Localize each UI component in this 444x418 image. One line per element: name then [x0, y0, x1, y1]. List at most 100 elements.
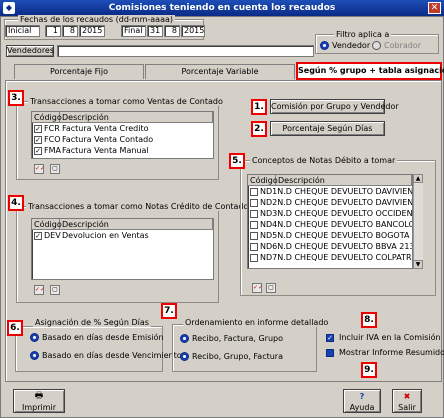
list-item[interactable]: ND4 N.D CHEQUE DEVUELTO BANCOLO — [248, 219, 412, 230]
row-desc: Factura Venta Contado — [62, 135, 154, 144]
final-day-field[interactable]: 31 — [147, 25, 163, 37]
inicial-label: Inicial — [5, 25, 40, 37]
filter-group-label: Filtro aplica a — [334, 30, 392, 39]
row-code: ND1 — [260, 187, 278, 196]
checkbox-checked[interactable]: ✓ — [34, 231, 42, 240]
inicial-year-field[interactable]: 2015 — [79, 25, 105, 37]
ayuda-label: Ayuda — [349, 403, 375, 412]
porcentaje-segun-dias-button[interactable]: Porcentaje Según Días — [270, 121, 385, 136]
filter-vendedor-option[interactable]: Vendedor — [320, 41, 370, 50]
iva-checkbox-row[interactable]: ✓ Incluir IVA en la Comisión — [324, 333, 441, 342]
help-icon: ? — [359, 392, 365, 401]
row-desc: N.D CHEQUE DEVUELTO OCCIDENT — [277, 209, 413, 218]
col-descripcion: Descripción — [60, 112, 213, 122]
check-all-icon[interactable]: ✓✓ — [34, 285, 45, 295]
row-code: FCO — [44, 135, 61, 144]
sec7-opt2[interactable]: Recibo, Grupo, Factura — [180, 352, 283, 361]
row-code: FMA — [44, 146, 61, 155]
vendedores-button[interactable]: Vendedores — [6, 45, 54, 57]
sec6-vencimiento-option[interactable]: Basado en días desde Vencimiento — [30, 351, 182, 360]
checkbox-checked[interactable]: ✓ — [34, 135, 42, 144]
row-desc: Factura Venta Credito — [62, 124, 149, 133]
sec4-listbox[interactable]: Código Descripción ✓ DEV Devolucion en Vent… — [31, 218, 214, 280]
imprimir-button[interactable]: 🖶 Imprimir — [13, 389, 65, 413]
row-desc: N.D CHEQUE DEVUELTO BBVA 213 — [277, 242, 413, 251]
inicial-day-field[interactable]: 1 — [45, 25, 61, 37]
row-code: ND3 — [260, 209, 278, 218]
salir-button[interactable]: ✖ Salir — [392, 389, 422, 413]
uncheck-all-icon[interactable]: ▢ — [266, 283, 276, 293]
uncheck-all-icon[interactable]: ▢ — [50, 164, 60, 174]
checkbox-unchecked[interactable] — [326, 348, 334, 357]
row-desc: N.D CHEQUE DEVUELTO BANCOLO — [277, 220, 413, 229]
tab-porcentaje-fijo[interactable]: Porcentaje Fijo — [14, 64, 144, 79]
vendedores-field[interactable] — [57, 45, 314, 57]
sec3-label: Transacciones a tomar como Ventas de Con… — [28, 97, 225, 106]
checkbox-unchecked[interactable] — [250, 209, 258, 218]
marker-7: 7. — [161, 303, 177, 319]
checkbox-unchecked[interactable] — [250, 231, 258, 240]
sec5-listbox[interactable]: Código Descripción ND1 N.D CHEQUE DEVUELTO… — [247, 174, 413, 269]
marker-6: 6. — [7, 320, 23, 336]
dates-group-label: Fechas de los recaudos (dd-mm-aaaa) — [18, 15, 175, 24]
tab-segun-grupo[interactable]: Según % grupo + tabla asignación — [296, 62, 444, 80]
marker-5: 5. — [229, 153, 245, 169]
filter-cobrador-option[interactable]: Cobrador — [372, 41, 421, 50]
sec7-opt1[interactable]: Recibo, Factura, Grupo — [180, 334, 283, 343]
radio-selected-icon[interactable] — [180, 334, 189, 343]
sec6-emision-option[interactable]: Basado en días desde Emisión — [30, 333, 164, 342]
row-code: DEV — [44, 231, 61, 240]
list-item[interactable]: ✓ FMA Factura Venta Manual — [32, 145, 213, 156]
row-desc: Devolucion en Ventas — [62, 231, 149, 240]
checkbox-unchecked[interactable] — [250, 242, 258, 251]
list-item[interactable]: ✓ FCO Factura Venta Contado — [32, 134, 213, 145]
list-item[interactable]: ND3 N.D CHEQUE DEVUELTO OCCIDENT — [248, 208, 412, 219]
scroll-down-icon[interactable]: ▼ — [413, 260, 423, 269]
app-icon: ◆ — [3, 2, 15, 14]
radio-selected-icon[interactable] — [320, 41, 329, 50]
radio-icon[interactable] — [180, 352, 189, 361]
list-item[interactable]: ND6 N.D CHEQUE DEVUELTO BBVA 213 — [248, 241, 412, 252]
scroll-up-icon[interactable]: ▲ — [413, 174, 423, 183]
checkbox-unchecked[interactable] — [250, 220, 258, 229]
inicial-month-field[interactable]: 8 — [62, 25, 78, 37]
check-all-icon[interactable]: ✓✓ — [252, 283, 263, 293]
marker-3: 3. — [8, 90, 24, 106]
final-label: Final — [121, 25, 146, 37]
marker-1: 1. — [251, 99, 267, 115]
list-item[interactable]: ND7 N.D CHEQUE DEVUELTO COLPATRI — [248, 252, 412, 263]
printer-icon: 🖶 — [34, 391, 44, 401]
radio-disabled-icon[interactable] — [372, 41, 381, 50]
row-desc: N.D CHEQUE DEVUELTO DAVIVIENI — [277, 198, 413, 207]
col-descripcion: Descripción — [276, 175, 412, 185]
list-item[interactable]: ND5 N.D CHEQUE DEVUELTO BOGOTA S — [248, 230, 412, 241]
checkbox-unchecked[interactable] — [250, 253, 258, 262]
checkbox-checked[interactable]: ✓ — [34, 146, 42, 155]
sec3-listbox[interactable]: Código Descripción ✓ FCR Factura Venta Cred… — [31, 111, 214, 159]
final-month-field[interactable]: 8 — [164, 25, 180, 37]
close-window-button[interactable]: ✕ — [428, 2, 441, 14]
imprimir-label: Imprimir — [21, 403, 57, 412]
checkbox-unchecked[interactable] — [250, 198, 258, 207]
resumido-checkbox-row[interactable]: Mostrar Informe Resumido — [324, 348, 444, 357]
list-item[interactable]: ND2 N.D CHEQUE DEVUELTO DAVIVIENI — [248, 197, 412, 208]
uncheck-all-icon[interactable]: ▢ — [50, 285, 60, 295]
checkbox-checked[interactable]: ✓ — [34, 124, 42, 133]
col-codigo: Código — [34, 219, 62, 229]
tab-porcentaje-variable[interactable]: Porcentaje Variable — [145, 64, 295, 79]
comision-grupo-vendedor-button[interactable]: Comisión por Grupo y Vendedor — [270, 99, 399, 114]
final-year-field[interactable]: 2015 — [181, 25, 205, 37]
list-item[interactable]: ✓ DEV Devolucion en Ventas — [32, 230, 213, 241]
list-item[interactable]: ND1 N.D CHEQUE DEVUELTO DAVIVIENI — [248, 186, 412, 197]
checkbox-unchecked[interactable] — [250, 187, 258, 196]
row-code: ND2 — [260, 198, 278, 207]
radio-icon[interactable] — [30, 351, 39, 360]
sec6-vencimiento-label: Basado en días desde Vencimiento — [42, 351, 182, 360]
row-code: ND6 — [260, 242, 278, 251]
list-item[interactable]: ✓ FCR Factura Venta Credito — [32, 123, 213, 134]
radio-selected-icon[interactable] — [30, 333, 39, 342]
check-all-icon[interactable]: ✓✓ — [34, 164, 45, 174]
checkbox-checked[interactable]: ✓ — [326, 333, 334, 342]
ayuda-button[interactable]: ? Ayuda — [343, 389, 381, 413]
sec5-scrollbar[interactable] — [413, 174, 423, 269]
